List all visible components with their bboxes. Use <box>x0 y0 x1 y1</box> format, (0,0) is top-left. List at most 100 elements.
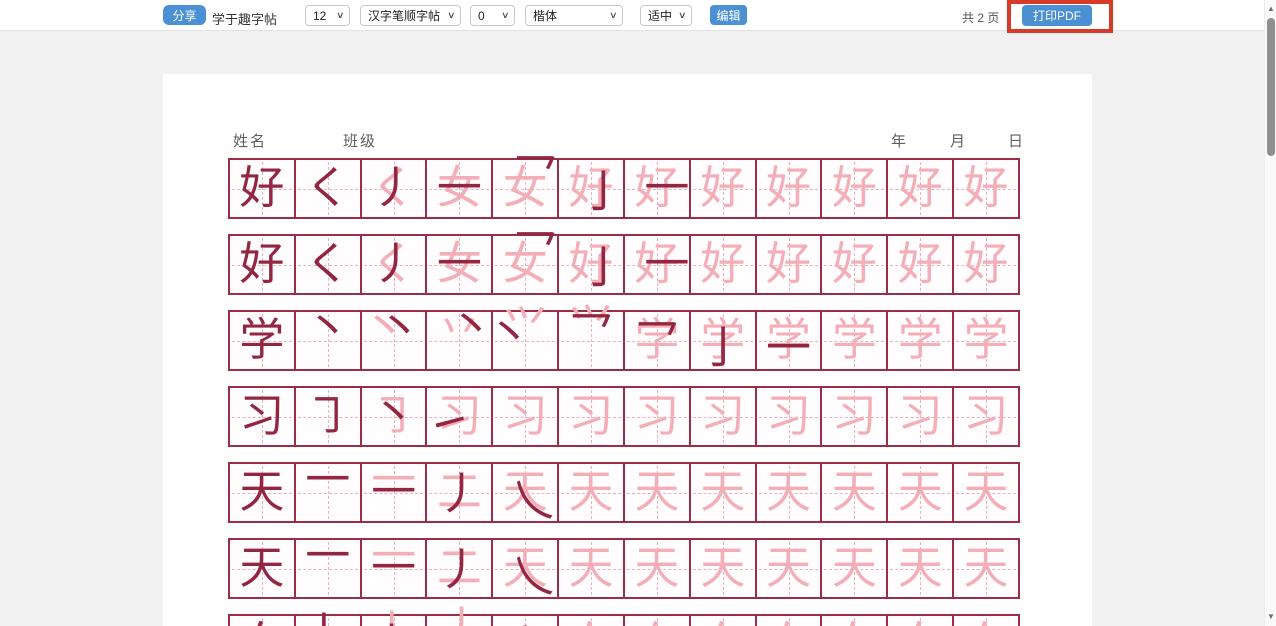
offset-value: 0 <box>478 9 485 23</box>
trace-glyph: 好 <box>822 160 886 217</box>
practice-cell: 习 <box>757 388 823 445</box>
trace-glyph: 好 <box>757 160 821 217</box>
scroll-up-icon[interactable]: ▲ <box>1265 2 1276 16</box>
stroke-glyph: 亅 <box>691 320 755 377</box>
practice-cell: 学一 <box>757 312 823 369</box>
practice-cell: 丶 <box>296 312 362 369</box>
practice-cell: 习 <box>888 388 954 445</box>
stroke-glyph: 学 <box>230 312 294 369</box>
practice-cell: 好 <box>757 160 823 217</box>
stroke-glyph: 天 <box>230 464 294 521</box>
practice-cell: 向 <box>888 616 954 626</box>
stroke-glyph: ㇀ <box>417 396 481 453</box>
stroke-glyph: 一 <box>362 464 426 521</box>
stroke-glyph: 乛 <box>559 306 623 363</box>
stroke-glyph: 一 <box>427 236 491 293</box>
practice-cell: 二丿 <box>427 540 493 597</box>
practice-cell: 天乀 <box>493 540 559 597</box>
trace-glyph: 习 <box>691 388 755 445</box>
day-label: 日 <box>1008 130 1025 151</box>
stroke-glyph: 一 <box>757 320 821 377</box>
density-select[interactable]: 适中 ∨ <box>640 5 692 26</box>
practice-cell: く <box>296 160 362 217</box>
stroke-glyph: ㇆ <box>296 388 360 445</box>
chevron-down-icon: ∨ <box>609 10 618 21</box>
font-size-select[interactable]: 12 ∨ <box>305 5 350 26</box>
practice-cell: 天 <box>230 540 296 597</box>
practice-cell: 向 <box>230 616 296 626</box>
trace-glyph: 天 <box>954 464 1018 521</box>
share-button[interactable]: 分享 <box>163 5 206 25</box>
practice-cell: 习 <box>559 388 625 445</box>
font-family-select[interactable]: 楷体 ∨ <box>525 5 623 26</box>
practice-cell: 天 <box>954 540 1018 597</box>
trace-glyph: 天 <box>822 540 886 597</box>
grid-row-5-天: 天一一一二丿天乀天天天天天天天 <box>228 462 1020 523</box>
practice-cell: 女乛 <box>493 236 559 293</box>
practice-cell: 天 <box>559 540 625 597</box>
stroke-glyph: 丨 <box>493 620 557 626</box>
edit-button[interactable]: 编辑 <box>710 5 747 25</box>
stroke-glyph: 乛 <box>625 314 689 371</box>
practice-cell: 学亅 <box>691 312 757 369</box>
font-size-value: 12 <box>313 9 326 23</box>
trace-glyph: 天 <box>954 540 1018 597</box>
practice-cell: 天 <box>559 464 625 521</box>
scrollbar[interactable]: ▲ ▼ <box>1264 0 1276 626</box>
practice-cell: 天 <box>757 540 823 597</box>
practice-cell: 向 <box>757 616 823 626</box>
practice-cell: 学 <box>822 312 888 369</box>
stroke-glyph: 一 <box>635 160 699 217</box>
practice-cell: 好 <box>822 160 888 217</box>
stroke-glyph: く <box>296 236 360 293</box>
stroke-glyph: 一 <box>427 160 491 217</box>
practice-cell: 一 <box>296 464 362 521</box>
practice-cell: 好 <box>954 160 1018 217</box>
trace-glyph: 天 <box>757 540 821 597</box>
trace-glyph: 天 <box>691 540 755 597</box>
stroke-glyph: 乀 <box>501 548 565 605</box>
practice-cell: 天 <box>230 464 296 521</box>
practice-cell: 习 <box>493 388 559 445</box>
stroke-glyph: 丿 <box>427 466 491 523</box>
practice-cell: 好 <box>691 236 757 293</box>
practice-cell: 习 <box>691 388 757 445</box>
stroke-glyph: 乛 <box>503 224 567 281</box>
stroke-glyph: 丿 <box>290 606 354 626</box>
practice-cell: 好一 <box>625 236 691 293</box>
practice-cell: 好 <box>822 236 888 293</box>
practice-cell: 好 <box>691 160 757 217</box>
practice-cell: く丿 <box>362 160 428 217</box>
trace-glyph: 好 <box>888 160 952 217</box>
practice-cell: 习 <box>625 388 691 445</box>
chevron-down-icon: ∨ <box>447 10 456 21</box>
scrollbar-thumb[interactable] <box>1267 18 1275 156</box>
trace-glyph: 好 <box>757 236 821 293</box>
grid-row-6-天: 天一一一二丿天乀天天天天天天天 <box>228 538 1020 599</box>
practice-cell: 天 <box>954 464 1018 521</box>
practice-cell: 习 <box>230 388 296 445</box>
print-pdf-button[interactable]: 打印PDF <box>1022 5 1092 26</box>
trace-glyph: 天 <box>888 464 952 521</box>
trace-glyph: 习 <box>954 388 1018 445</box>
practice-cell: 学 <box>954 312 1018 369</box>
stroke-glyph: 冂 <box>427 618 491 626</box>
practice-cell: 一 <box>296 540 362 597</box>
trace-glyph: 向 <box>954 616 1018 626</box>
practice-cell: 一一 <box>362 540 428 597</box>
trace-glyph: 天 <box>625 540 689 597</box>
stroke-glyph: 亅 <box>571 240 635 297</box>
grid-row-1-好: 好くく丿女一女乛好亅好一好好好好好 <box>228 158 1020 219</box>
stroke-glyph: 丨 <box>360 618 424 626</box>
practice-cell: 好 <box>757 236 823 293</box>
practice-cell: 学 <box>230 312 296 369</box>
sheet-type-select[interactable]: 汉字笔顺字帖 ∨ <box>360 5 461 26</box>
stroke-glyph: 丶 <box>368 300 432 357</box>
stroke-glyph: 丶 <box>296 300 360 357</box>
scroll-down-icon[interactable]: ▼ <box>1265 610 1276 624</box>
stroke-glyph: 丶 <box>477 306 541 363</box>
trace-glyph: 向 <box>757 616 821 626</box>
stroke-glyph: 丶 <box>362 386 426 443</box>
practice-cell: 好 <box>888 236 954 293</box>
offset-select[interactable]: 0 ∨ <box>470 5 515 26</box>
